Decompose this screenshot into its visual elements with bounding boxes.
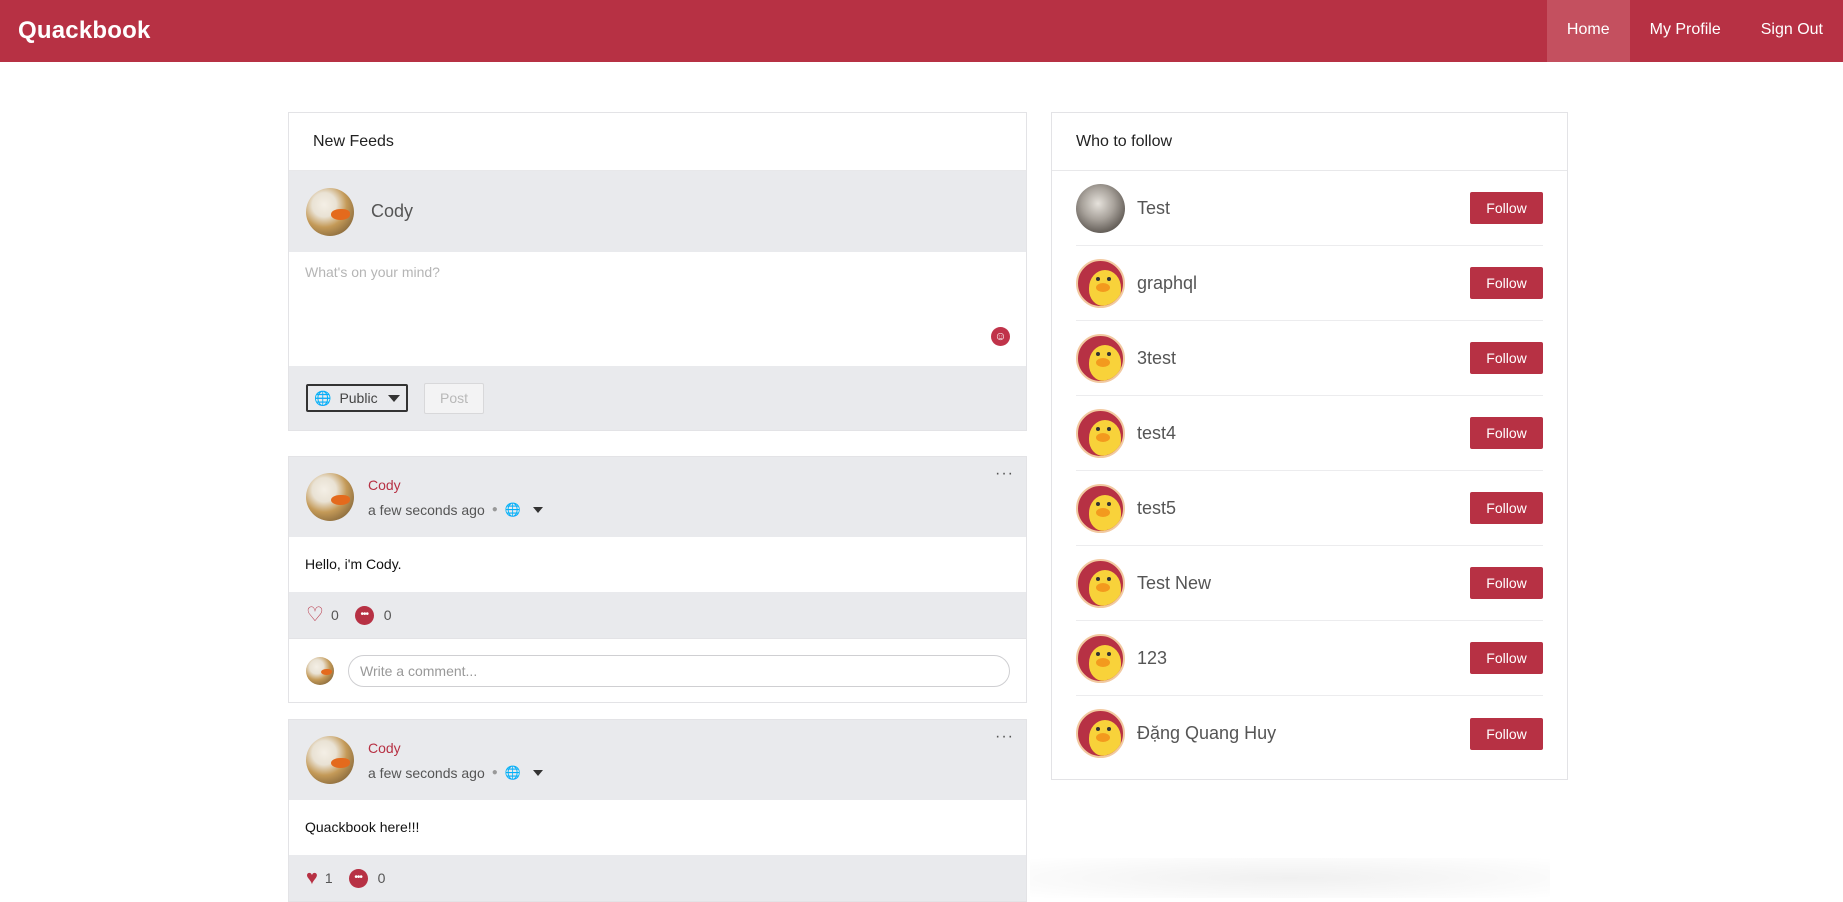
follow-user-name[interactable]: Đặng Quang Huy: [1137, 723, 1276, 744]
follow-item: 123 Follow: [1076, 621, 1543, 696]
post-card: Cody a few seconds ago ● 🌐 ··· Hello, i'…: [288, 456, 1027, 703]
privacy-caret-icon[interactable]: [532, 769, 543, 776]
top-navbar: Quackbook Home My Profile Sign Out: [0, 0, 1843, 62]
follow-user-name[interactable]: 3test: [1137, 348, 1176, 369]
follow-item: Test Follow: [1076, 171, 1543, 246]
post-card: Cody a few seconds ago ● 🌐 ··· Quackbook…: [288, 719, 1027, 902]
like-button[interactable]: ♡ 0: [306, 605, 339, 625]
more-options-icon[interactable]: ···: [995, 728, 1014, 746]
composer-text-area: ☺: [289, 252, 1026, 366]
globe-icon: 🌐: [314, 389, 332, 406]
avatar[interactable]: [1076, 258, 1125, 308]
follow-button[interactable]: Follow: [1470, 342, 1543, 374]
follow-button[interactable]: Follow: [1470, 192, 1543, 224]
post-text-input[interactable]: [305, 264, 1010, 334]
post-author[interactable]: Cody: [368, 740, 543, 756]
comment-count: 0: [383, 607, 392, 623]
brand-logo[interactable]: Quackbook: [18, 0, 151, 62]
avatar[interactable]: [1076, 483, 1125, 533]
composer-actions: 🌐 Public Post: [289, 366, 1026, 430]
post-time: a few seconds ago: [368, 501, 485, 518]
comment-input[interactable]: [348, 654, 1010, 687]
who-to-follow-header: Who to follow: [1052, 113, 1567, 171]
post-header: Cody a few seconds ago ● 🌐 ···: [289, 457, 1026, 537]
nav-sign-out[interactable]: Sign Out: [1741, 0, 1843, 62]
heart-outline-icon: ♡: [306, 604, 324, 626]
comment-button[interactable]: ••• 0: [348, 868, 385, 888]
nav-links: Home My Profile Sign Out: [1546, 0, 1843, 62]
follow-item: test4 Follow: [1076, 396, 1543, 471]
avatar[interactable]: [1076, 558, 1125, 608]
follow-user-name[interactable]: Test New: [1137, 573, 1211, 594]
avatar[interactable]: [306, 736, 354, 784]
post-content: Hello, i'm Cody.: [289, 537, 1026, 592]
avatar: [306, 656, 334, 685]
follow-item: Đặng Quang Huy Follow: [1076, 696, 1543, 771]
post-stats: ♥ 1 ••• 0: [289, 855, 1026, 901]
separator-dot: ●: [491, 767, 498, 778]
globe-icon: 🌐: [504, 501, 521, 517]
avatar[interactable]: [1076, 633, 1125, 683]
page-shadow: [1030, 858, 1550, 898]
avatar: [306, 187, 354, 236]
like-button[interactable]: ♥ 1: [306, 868, 333, 888]
follow-item: 3test Follow: [1076, 321, 1543, 396]
nav-home[interactable]: Home: [1546, 0, 1630, 62]
avatar[interactable]: [1076, 333, 1125, 383]
comment-row: [289, 638, 1026, 702]
post-time: a few seconds ago: [368, 764, 485, 781]
nav-my-profile[interactable]: My Profile: [1630, 0, 1741, 62]
composer-user-row: Cody: [289, 171, 1026, 252]
follow-button[interactable]: Follow: [1470, 492, 1543, 524]
privacy-caret-icon[interactable]: [532, 506, 543, 513]
caret-down-icon: [388, 394, 400, 402]
feed-header: New Feeds: [289, 113, 1026, 171]
follow-item: Test New Follow: [1076, 546, 1543, 621]
comment-button[interactable]: ••• 0: [354, 605, 392, 625]
post-content: Quackbook here!!!: [289, 800, 1026, 855]
composer-card: New Feeds Cody ☺ 🌐 Public Post: [288, 112, 1027, 431]
composer-user-name: Cody: [371, 201, 414, 221]
post-meta: Cody a few seconds ago ● 🌐: [368, 477, 543, 518]
post-stats: ♡ 0 ••• 0: [289, 592, 1026, 638]
follow-button[interactable]: Follow: [1470, 717, 1543, 750]
privacy-value: Public: [339, 390, 378, 406]
follow-user-name[interactable]: Test: [1137, 198, 1170, 219]
post-time-row: a few seconds ago ● 🌐: [368, 502, 543, 518]
follow-button[interactable]: Follow: [1470, 642, 1543, 674]
follow-user-name[interactable]: graphql: [1137, 273, 1197, 294]
post-time-row: a few seconds ago ● 🌐: [368, 765, 543, 781]
follow-button[interactable]: Follow: [1470, 267, 1543, 299]
avatar[interactable]: [1076, 709, 1125, 758]
comment-icon: •••: [348, 868, 368, 888]
follow-list: Test Follow graphql Follow 3test Follow …: [1052, 171, 1567, 779]
avatar[interactable]: [1076, 408, 1125, 458]
privacy-select[interactable]: 🌐 Public: [306, 384, 408, 412]
smile-icon[interactable]: ☺: [991, 327, 1010, 346]
separator-dot: ●: [491, 504, 498, 515]
post-meta: Cody a few seconds ago ● 🌐: [368, 740, 543, 781]
who-to-follow-card: Who to follow Test Follow graphql Follow…: [1051, 112, 1568, 780]
follow-item: graphql Follow: [1076, 246, 1543, 321]
like-count: 0: [330, 607, 339, 623]
comment-icon: •••: [354, 605, 374, 625]
heart-filled-icon: ♥: [306, 867, 318, 889]
avatar[interactable]: [306, 473, 354, 521]
post-author[interactable]: Cody: [368, 477, 543, 493]
post-header: Cody a few seconds ago ● 🌐 ···: [289, 720, 1026, 800]
follow-user-name[interactable]: 123: [1137, 648, 1167, 669]
globe-icon: 🌐: [504, 764, 521, 780]
sidebar-column: Who to follow Test Follow graphql Follow…: [1051, 112, 1568, 780]
avatar[interactable]: [1076, 183, 1125, 233]
more-options-icon[interactable]: ···: [995, 465, 1014, 483]
post-button[interactable]: Post: [424, 382, 484, 414]
follow-user-name[interactable]: test5: [1137, 498, 1176, 519]
follow-button[interactable]: Follow: [1470, 417, 1543, 449]
follow-button[interactable]: Follow: [1470, 567, 1543, 599]
feed-column: New Feeds Cody ☺ 🌐 Public Post Cody a fe…: [288, 112, 1027, 902]
follow-user-name[interactable]: test4: [1137, 423, 1176, 444]
follow-item: test5 Follow: [1076, 471, 1543, 546]
